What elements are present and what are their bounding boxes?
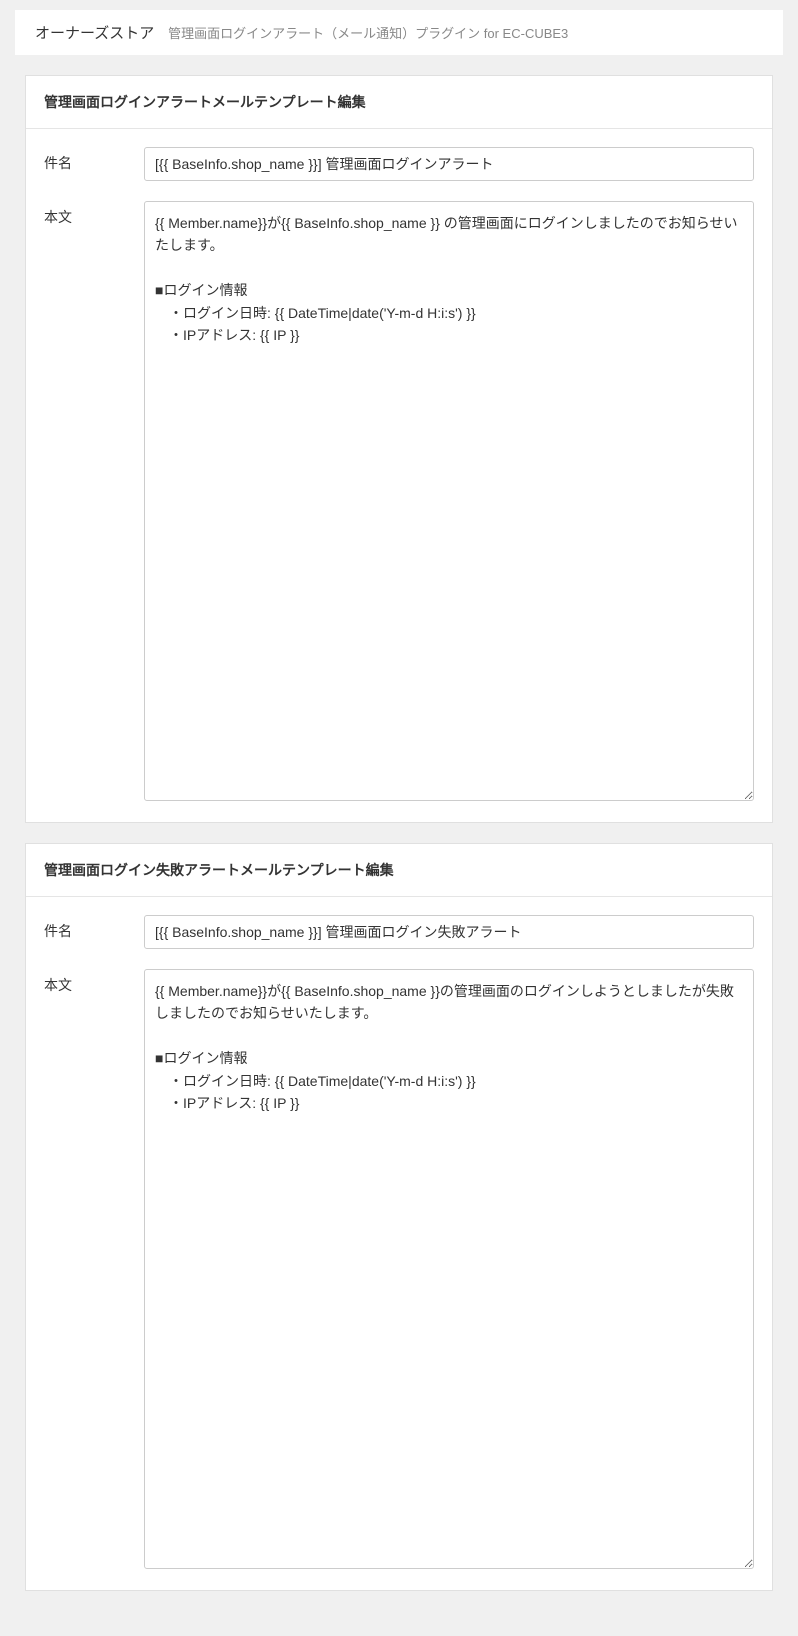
breadcrumb-sub: 管理画面ログインアラート（メール通知）プラグイン for EC-CUBE3: [168, 26, 568, 41]
subject-control: [144, 147, 754, 181]
breadcrumb-main: オーナーズストア: [35, 25, 154, 42]
subject-row: 件名: [44, 147, 754, 181]
panel-body: 件名 本文: [26, 129, 772, 822]
login-fail-alert-template-panel: 管理画面ログイン失敗アラートメールテンプレート編集 件名 本文: [25, 843, 773, 1591]
body-control: [144, 969, 754, 1572]
body-textarea[interactable]: [144, 969, 754, 1569]
subject-label: 件名: [44, 147, 144, 173]
subject-label: 件名: [44, 915, 144, 941]
breadcrumb: オーナーズストア 管理画面ログインアラート（メール通知）プラグイン for EC…: [15, 10, 783, 55]
body-textarea[interactable]: [144, 201, 754, 801]
login-alert-template-panel: 管理画面ログインアラートメールテンプレート編集 件名 本文: [25, 75, 773, 823]
panel-body: 件名 本文: [26, 897, 772, 1590]
panel-title: 管理画面ログイン失敗アラートメールテンプレート編集: [26, 844, 772, 897]
subject-control: [144, 915, 754, 949]
body-row: 本文: [44, 201, 754, 804]
body-control: [144, 201, 754, 804]
subject-input[interactable]: [144, 147, 754, 181]
body-row: 本文: [44, 969, 754, 1572]
panel-title: 管理画面ログインアラートメールテンプレート編集: [26, 76, 772, 129]
subject-input[interactable]: [144, 915, 754, 949]
subject-row: 件名: [44, 915, 754, 949]
body-label: 本文: [44, 201, 144, 227]
body-label: 本文: [44, 969, 144, 995]
